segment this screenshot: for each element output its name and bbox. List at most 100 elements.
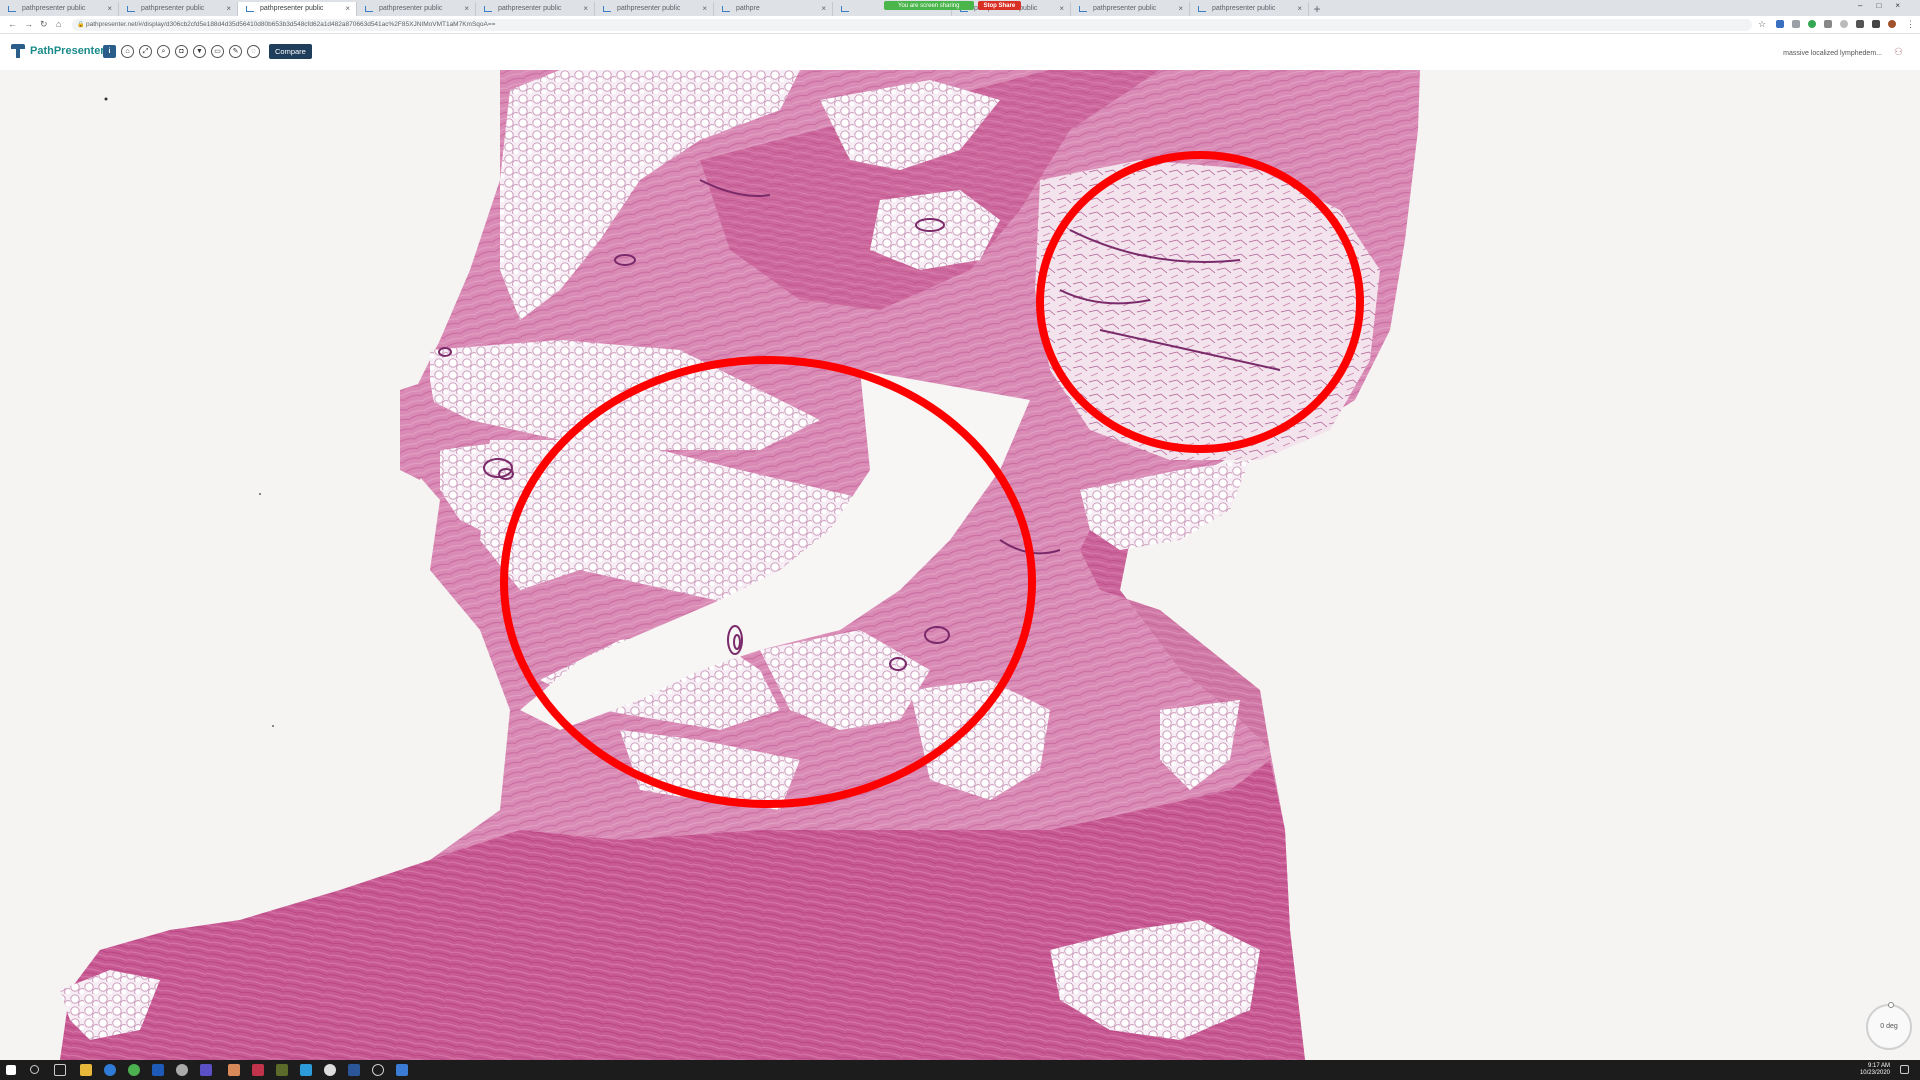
app-toolbar: PathPresenter i ⌂ ⤢ ⌕ ◘ ▼ ▭ ✎ ◌ Compare … <box>0 34 1920 70</box>
browser-tab[interactable]: pathpresenter public × <box>0 2 119 16</box>
extension-icon[interactable] <box>1824 20 1832 28</box>
zoom-icon[interactable]: ⌕ <box>157 45 170 58</box>
app-icon[interactable] <box>372 1064 384 1076</box>
rotate-icon[interactable]: ◌ <box>247 45 260 58</box>
tab-label: pathpresenter public <box>498 5 562 12</box>
extension-icon[interactable] <box>1792 20 1800 28</box>
close-tab-icon[interactable]: × <box>345 4 350 13</box>
monitor-icon[interactable]: ▭ <box>211 45 224 58</box>
browser-menu-icon[interactable]: ⋮ <box>1906 19 1915 30</box>
rotation-knob[interactable] <box>1888 1002 1894 1008</box>
favicon-icon <box>1079 6 1087 12</box>
zoom-app-icon[interactable] <box>396 1064 408 1076</box>
favicon-icon <box>8 6 16 12</box>
app-icon[interactable] <box>176 1064 188 1076</box>
forward-icon[interactable]: → <box>24 19 33 29</box>
favicon-icon <box>1198 6 1206 12</box>
tab-label: pathpresenter public <box>260 5 324 12</box>
bookmark-star-icon[interactable]: ☆ <box>1758 19 1766 30</box>
notification-icon[interactable] <box>1900 1065 1909 1074</box>
system-tray-clock[interactable]: 9:17 AM 10/23/2020 <box>1860 1063 1890 1077</box>
close-tab-icon[interactable]: × <box>1178 4 1183 13</box>
app-icon[interactable] <box>324 1064 336 1076</box>
favicon-icon <box>841 6 849 12</box>
close-tab-icon[interactable]: × <box>821 4 826 13</box>
slide-title: massive localized lymphedem... <box>1783 50 1882 57</box>
extension-icon[interactable] <box>1776 20 1784 28</box>
home-icon[interactable]: ⌂ <box>121 45 134 58</box>
profile-avatar[interactable] <box>1888 20 1896 28</box>
extension-icon[interactable] <box>1856 20 1864 28</box>
camera-icon[interactable]: ◘ <box>175 45 188 58</box>
new-tab-button[interactable]: + <box>1309 2 1325 16</box>
browser-tab[interactable]: pathpresenter public × <box>1190 2 1309 16</box>
fullscreen-icon[interactable]: ⤢ <box>139 45 152 58</box>
browser-tab[interactable]: pathpresenter public × <box>1071 2 1190 16</box>
pen-icon[interactable]: ✎ <box>229 45 242 58</box>
browser-tab[interactable]: pathpresenter public × <box>119 2 238 16</box>
microscope-logo-icon <box>10 43 26 59</box>
compare-button[interactable]: Compare <box>269 44 312 59</box>
app-logo[interactable]: PathPresenter <box>10 43 105 59</box>
extension-icon[interactable] <box>1808 20 1816 28</box>
task-view-icon[interactable] <box>54 1064 66 1076</box>
close-tab-icon[interactable]: × <box>1059 4 1064 13</box>
favicon-icon <box>365 6 373 12</box>
close-tab-icon[interactable]: × <box>702 4 707 13</box>
tab-label: pathpresenter public <box>617 5 681 12</box>
tab-label: pathpresenter public <box>379 5 443 12</box>
tab-label: pathpresenter public <box>1093 5 1157 12</box>
browser-address-bar: ← → ↻ ⌂ 🔒 pathpresenter.net/#/display/d3… <box>0 16 1920 34</box>
app-icon[interactable] <box>200 1064 212 1076</box>
favicon-icon <box>603 6 611 12</box>
outlook-icon[interactable] <box>152 1064 164 1076</box>
rotation-dial[interactable]: 0 deg <box>1866 1002 1912 1050</box>
search-icon[interactable] <box>30 1065 39 1074</box>
skype-icon[interactable] <box>300 1064 312 1076</box>
tab-label: pathpre <box>736 5 760 12</box>
close-tab-icon[interactable]: × <box>1297 4 1302 13</box>
browser-tab[interactable]: pathpresenter public × <box>238 2 357 16</box>
os-taskbar: 9:17 AM 10/23/2020 <box>0 1060 1920 1080</box>
favicon-icon <box>246 6 254 12</box>
close-tab-icon[interactable]: × <box>226 4 231 13</box>
slide-viewer[interactable]: 0 deg <box>0 70 1920 1060</box>
browser-tab[interactable]: pathpre × <box>714 2 833 16</box>
close-tab-icon[interactable]: × <box>107 4 112 13</box>
favicon-icon <box>127 6 135 12</box>
screen-share-bar: You are screen sharing Stop Share <box>884 0 1022 10</box>
url-input[interactable]: 🔒 pathpresenter.net/#/display/d306cb2cfd… <box>72 19 1752 31</box>
extension-icon[interactable] <box>1840 20 1848 28</box>
info-icon[interactable]: i <box>103 45 116 58</box>
browser-tab[interactable]: pathpresenter public × <box>357 2 476 16</box>
app-name: PathPresenter <box>30 45 105 57</box>
window-controls[interactable]: –□× <box>1858 1 1914 10</box>
browser-tab-strip: pathpresenter public × pathpresenter publi… <box>0 0 1920 16</box>
reload-icon[interactable]: ↻ <box>40 19 48 30</box>
word-icon[interactable] <box>348 1064 360 1076</box>
extension-icon[interactable] <box>1872 20 1880 28</box>
lock-icon: 🔒 <box>77 22 85 28</box>
filter-icon[interactable]: ▼ <box>193 45 206 58</box>
home-browser-icon[interactable]: ⌂ <box>56 19 61 29</box>
close-tab-icon[interactable]: × <box>583 4 588 13</box>
chrome-icon[interactable] <box>128 1064 140 1076</box>
windows-start-icon[interactable] <box>6 1065 16 1075</box>
clock-time: 9:17 AM <box>1867 1063 1890 1069</box>
tissue-slide-image <box>60 70 1420 1060</box>
app-icon[interactable] <box>228 1064 240 1076</box>
tab-label: pathpresenter public <box>22 5 86 12</box>
tab-label: pathpresenter public <box>141 5 205 12</box>
tab-label: pathpresenter public <box>1212 5 1276 12</box>
user-icon[interactable]: ⚇ <box>1894 47 1906 58</box>
back-icon[interactable]: ← <box>8 19 17 29</box>
stop-share-button[interactable]: Stop Share <box>977 0 1022 10</box>
close-tab-icon[interactable]: × <box>464 4 469 13</box>
screen-sharing-banner: You are screen sharing <box>884 0 974 10</box>
browser-tab[interactable]: pathpresenter public × <box>476 2 595 16</box>
edge-icon[interactable] <box>104 1064 116 1076</box>
browser-tab[interactable]: pathpresenter public × <box>595 2 714 16</box>
file-explorer-icon[interactable] <box>80 1064 92 1076</box>
app-icon[interactable] <box>252 1064 264 1076</box>
app-icon[interactable] <box>276 1064 288 1076</box>
